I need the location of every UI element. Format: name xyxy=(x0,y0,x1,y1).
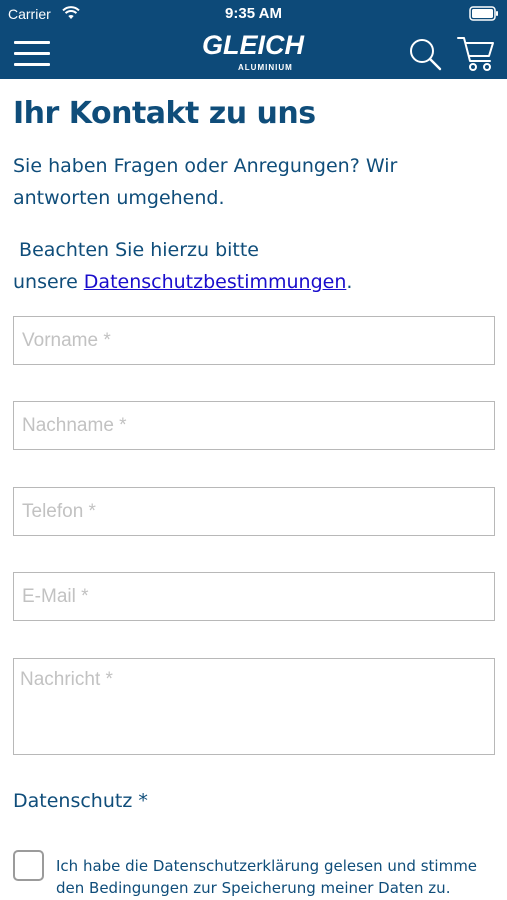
intro-text: Sie haben Fragen oder Anregungen? Wir an… xyxy=(13,155,398,209)
status-time: 9:35 AM xyxy=(225,5,282,22)
phone-input[interactable] xyxy=(13,487,495,536)
app-header: Carrier 9:35 AM GLEICH ALUMINIUM xyxy=(0,0,507,79)
privacy-note-suffix: . xyxy=(346,271,353,293)
logo-subtext: ALUMINIUM xyxy=(238,63,293,72)
menu-icon[interactable] xyxy=(14,41,50,67)
privacy-note-prefix: unsere xyxy=(13,271,84,293)
privacy-section-title: Datenschutz * xyxy=(13,790,148,812)
privacy-note: Beachten Sie hierzu bitte unsere Datensch… xyxy=(13,234,493,298)
privacy-policy-link[interactable]: Datenschutzbestimmungen xyxy=(84,271,347,293)
battery-icon xyxy=(469,6,498,21)
brand-logo[interactable]: GLEICH ALUMINIUM xyxy=(200,30,310,76)
logo-wordmark: GLEICH xyxy=(202,30,305,60)
nav-bar: GLEICH ALUMINIUM xyxy=(0,28,507,79)
privacy-note-line1: Beachten Sie hierzu bitte xyxy=(19,239,259,261)
consent-label[interactable]: Ich habe die Datenschutzerklärung gelese… xyxy=(56,855,496,899)
lastname-input[interactable] xyxy=(13,401,495,450)
message-textarea[interactable] xyxy=(13,658,495,755)
email-input[interactable] xyxy=(13,572,495,621)
firstname-input[interactable] xyxy=(13,316,495,365)
status-bar: Carrier 9:35 AM xyxy=(0,0,507,28)
consent-checkbox[interactable] xyxy=(13,850,44,881)
page-title: Ihr Kontakt zu uns xyxy=(13,96,316,131)
cart-icon[interactable] xyxy=(456,35,496,73)
search-icon[interactable] xyxy=(408,37,442,71)
